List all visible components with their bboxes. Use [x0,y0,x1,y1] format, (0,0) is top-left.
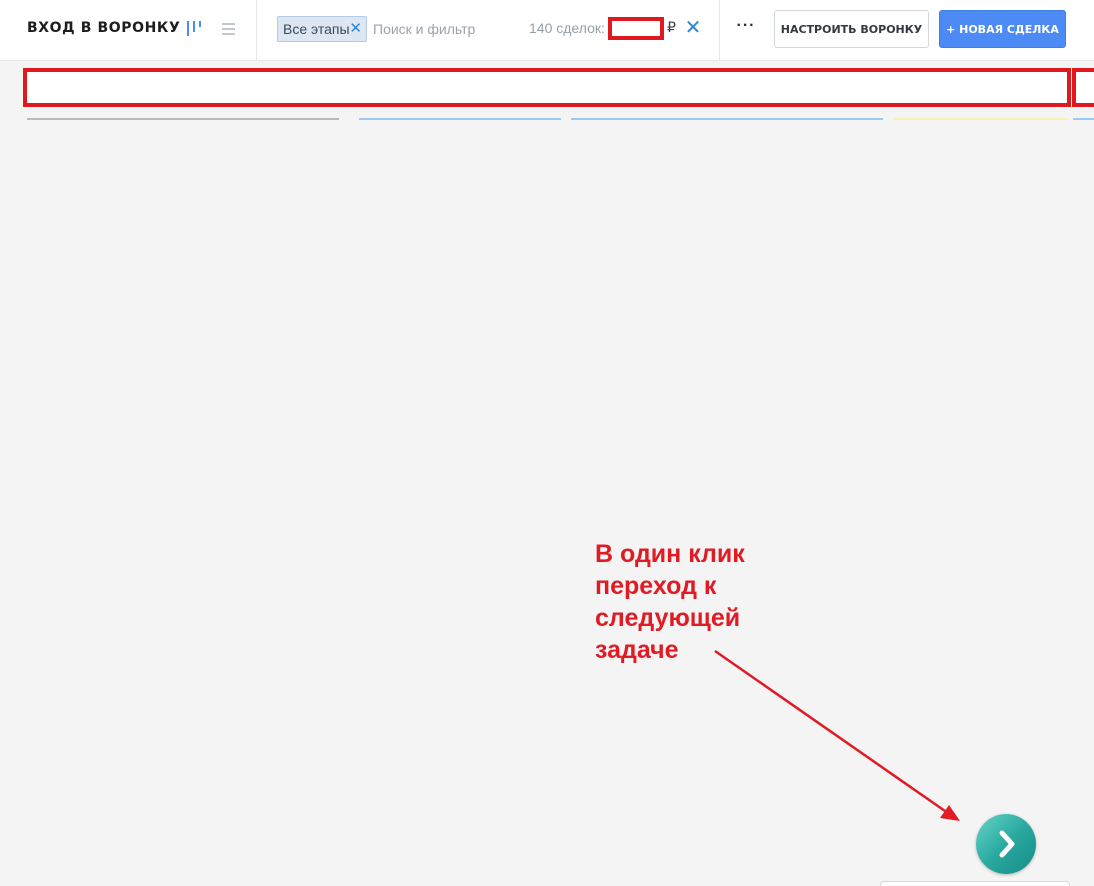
stage-bar [893,118,1068,120]
annotation-text: В один клик переход к следующей задаче [595,538,825,666]
divider [256,0,257,61]
stage-bar [1073,118,1094,120]
filter-tag-label: Все этапы [283,21,350,37]
search-input[interactable] [373,18,518,40]
page-title: ВХОД В ВОРОНКУ [27,20,181,36]
annotation-line: задаче [595,636,679,664]
stage-headers-redacted [23,68,1071,107]
annotation-arrow [714,649,960,821]
deals-sum-redacted [608,17,664,40]
bottom-panel-edge [880,881,1070,886]
more-options-icon[interactable]: ··· [733,17,759,39]
deals-count: 140 сделок: [529,20,605,36]
stage-headers-redacted [1072,68,1094,107]
annotation-line: переход к [595,572,717,600]
annotation-line: следующей [595,604,741,632]
clear-filter-icon[interactable]: ✕ [683,17,703,39]
next-task-button[interactable] [976,814,1036,874]
close-icon[interactable]: ✕ [349,20,362,38]
stage-bar [359,118,561,120]
currency-sign: ₽ [667,19,676,35]
divider [719,0,720,61]
configure-pipeline-button[interactable]: НАСТРОИТЬ ВОРОНКУ [774,10,929,48]
top-toolbar: ВХОД В ВОРОНКУ Все этапы ✕ 140 сделок: ₽… [0,0,1094,61]
annotation-line: В один клик [595,540,745,568]
filter-tag-all-stages[interactable]: Все этапы ✕ [277,16,367,42]
chevron-right-icon [999,830,1015,858]
stage-bar [571,118,883,120]
list-view-icon[interactable] [220,20,238,38]
pipeline-view-icon[interactable] [184,19,206,39]
stage-bar [27,118,339,120]
new-deal-button[interactable]: + НОВАЯ СДЕЛКА [939,10,1066,48]
